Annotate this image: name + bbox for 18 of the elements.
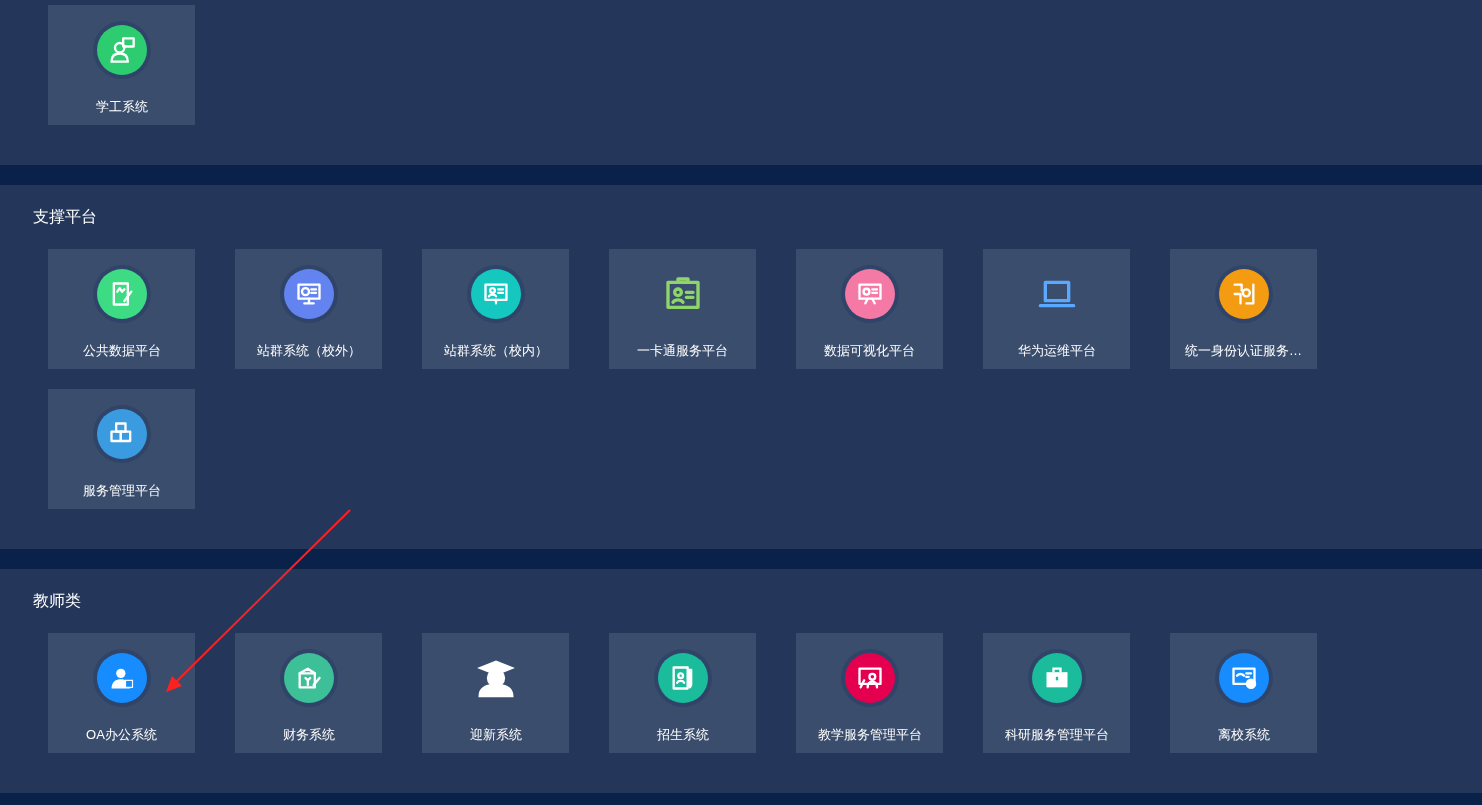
app-tile[interactable]: 科研服务管理平台 (983, 633, 1130, 753)
app-tile[interactable]: 站群系统（校内） (422, 249, 569, 369)
app-tile[interactable]: 服务管理平台 (48, 389, 195, 509)
app-tile[interactable]: 离校系统 (1170, 633, 1317, 753)
app-tile[interactable]: 一卡通服务平台 (609, 249, 756, 369)
section-title: 支撑平台 (33, 207, 98, 227)
app-tile[interactable]: 迎新系统 (422, 633, 569, 753)
app-tile[interactable]: 华为运维平台 (983, 249, 1130, 369)
app-tile[interactable]: OA办公系统 (48, 633, 195, 753)
app-tile[interactable]: 学工系统 (48, 5, 195, 125)
app-tile[interactable]: 站群系统（校外） (235, 249, 382, 369)
app-tile[interactable]: 招生系统 (609, 633, 756, 753)
app-tile[interactable]: 公共数据平台 (48, 249, 195, 369)
app-tile[interactable]: 财务系统 (235, 633, 382, 753)
section-title: 教师类 (33, 591, 82, 611)
app-tile[interactable]: 统一身份认证服务… (1170, 249, 1317, 369)
app-tile[interactable]: 数据可视化平台 (796, 249, 943, 369)
app-tile[interactable]: 教学服务管理平台 (796, 633, 943, 753)
